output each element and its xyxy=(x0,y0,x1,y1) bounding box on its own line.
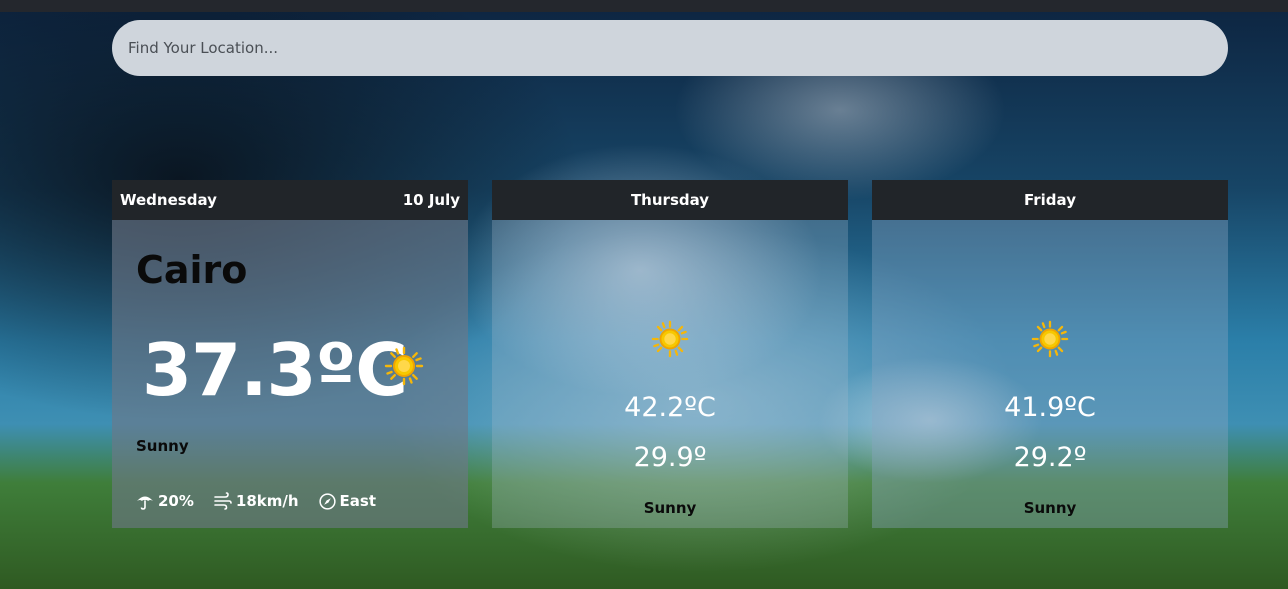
forecast-card: Thursday 42.2ºC 29.9º Sunny xyxy=(492,180,848,528)
forecast-condition: Sunny xyxy=(643,499,697,517)
rain-stat: 20% xyxy=(136,492,194,510)
compass-icon xyxy=(318,492,336,510)
forecast-min-temp: 29.2º xyxy=(1013,442,1087,473)
current-temperature: 37.3ºC xyxy=(142,328,408,412)
forecast-day: Friday xyxy=(1023,191,1076,209)
city-name: Cairo xyxy=(136,248,248,292)
top-bar xyxy=(0,0,1288,12)
sun-icon xyxy=(384,346,424,390)
forecast-min-temp: 29.9º xyxy=(633,442,707,473)
forecast-card-body: 41.9ºC 29.2º Sunny xyxy=(872,220,1228,528)
forecast-card-body: 42.2ºC 29.9º Sunny xyxy=(492,220,848,528)
forecast-card-header: Thursday xyxy=(492,180,848,220)
forecast-condition: Sunny xyxy=(1023,499,1077,517)
sun-icon xyxy=(492,320,848,358)
search-input[interactable] xyxy=(112,20,1228,76)
wind-value: 18km/h xyxy=(235,492,299,510)
today-stats-row: 20% 18km/h East xyxy=(136,492,376,510)
rain-value: 20% xyxy=(158,492,194,510)
sun-icon xyxy=(872,320,1228,358)
direction-value: East xyxy=(339,492,377,510)
forecast-card: Friday 41.9ºC 29.2º Sunny xyxy=(872,180,1228,528)
forecast-max-temp: 42.2ºC xyxy=(624,392,716,423)
today-condition: Sunny xyxy=(136,437,189,455)
today-card-header: Wednesday 10 July xyxy=(112,180,468,220)
today-card: Wednesday 10 July Cairo 37.3ºC Sunny xyxy=(112,180,468,528)
wind-stat: 18km/h xyxy=(214,492,299,510)
forecast-card-header: Friday xyxy=(872,180,1228,220)
direction-stat: East xyxy=(318,492,377,510)
today-date: 10 July xyxy=(402,191,460,209)
today-day: Wednesday xyxy=(120,191,217,209)
forecast-max-temp: 41.9ºC xyxy=(1004,392,1096,423)
today-card-body: Cairo 37.3ºC Sunny xyxy=(112,220,468,528)
umbrella-icon xyxy=(136,492,154,510)
wind-icon xyxy=(214,492,232,510)
forecast-day: Thursday xyxy=(630,191,710,209)
